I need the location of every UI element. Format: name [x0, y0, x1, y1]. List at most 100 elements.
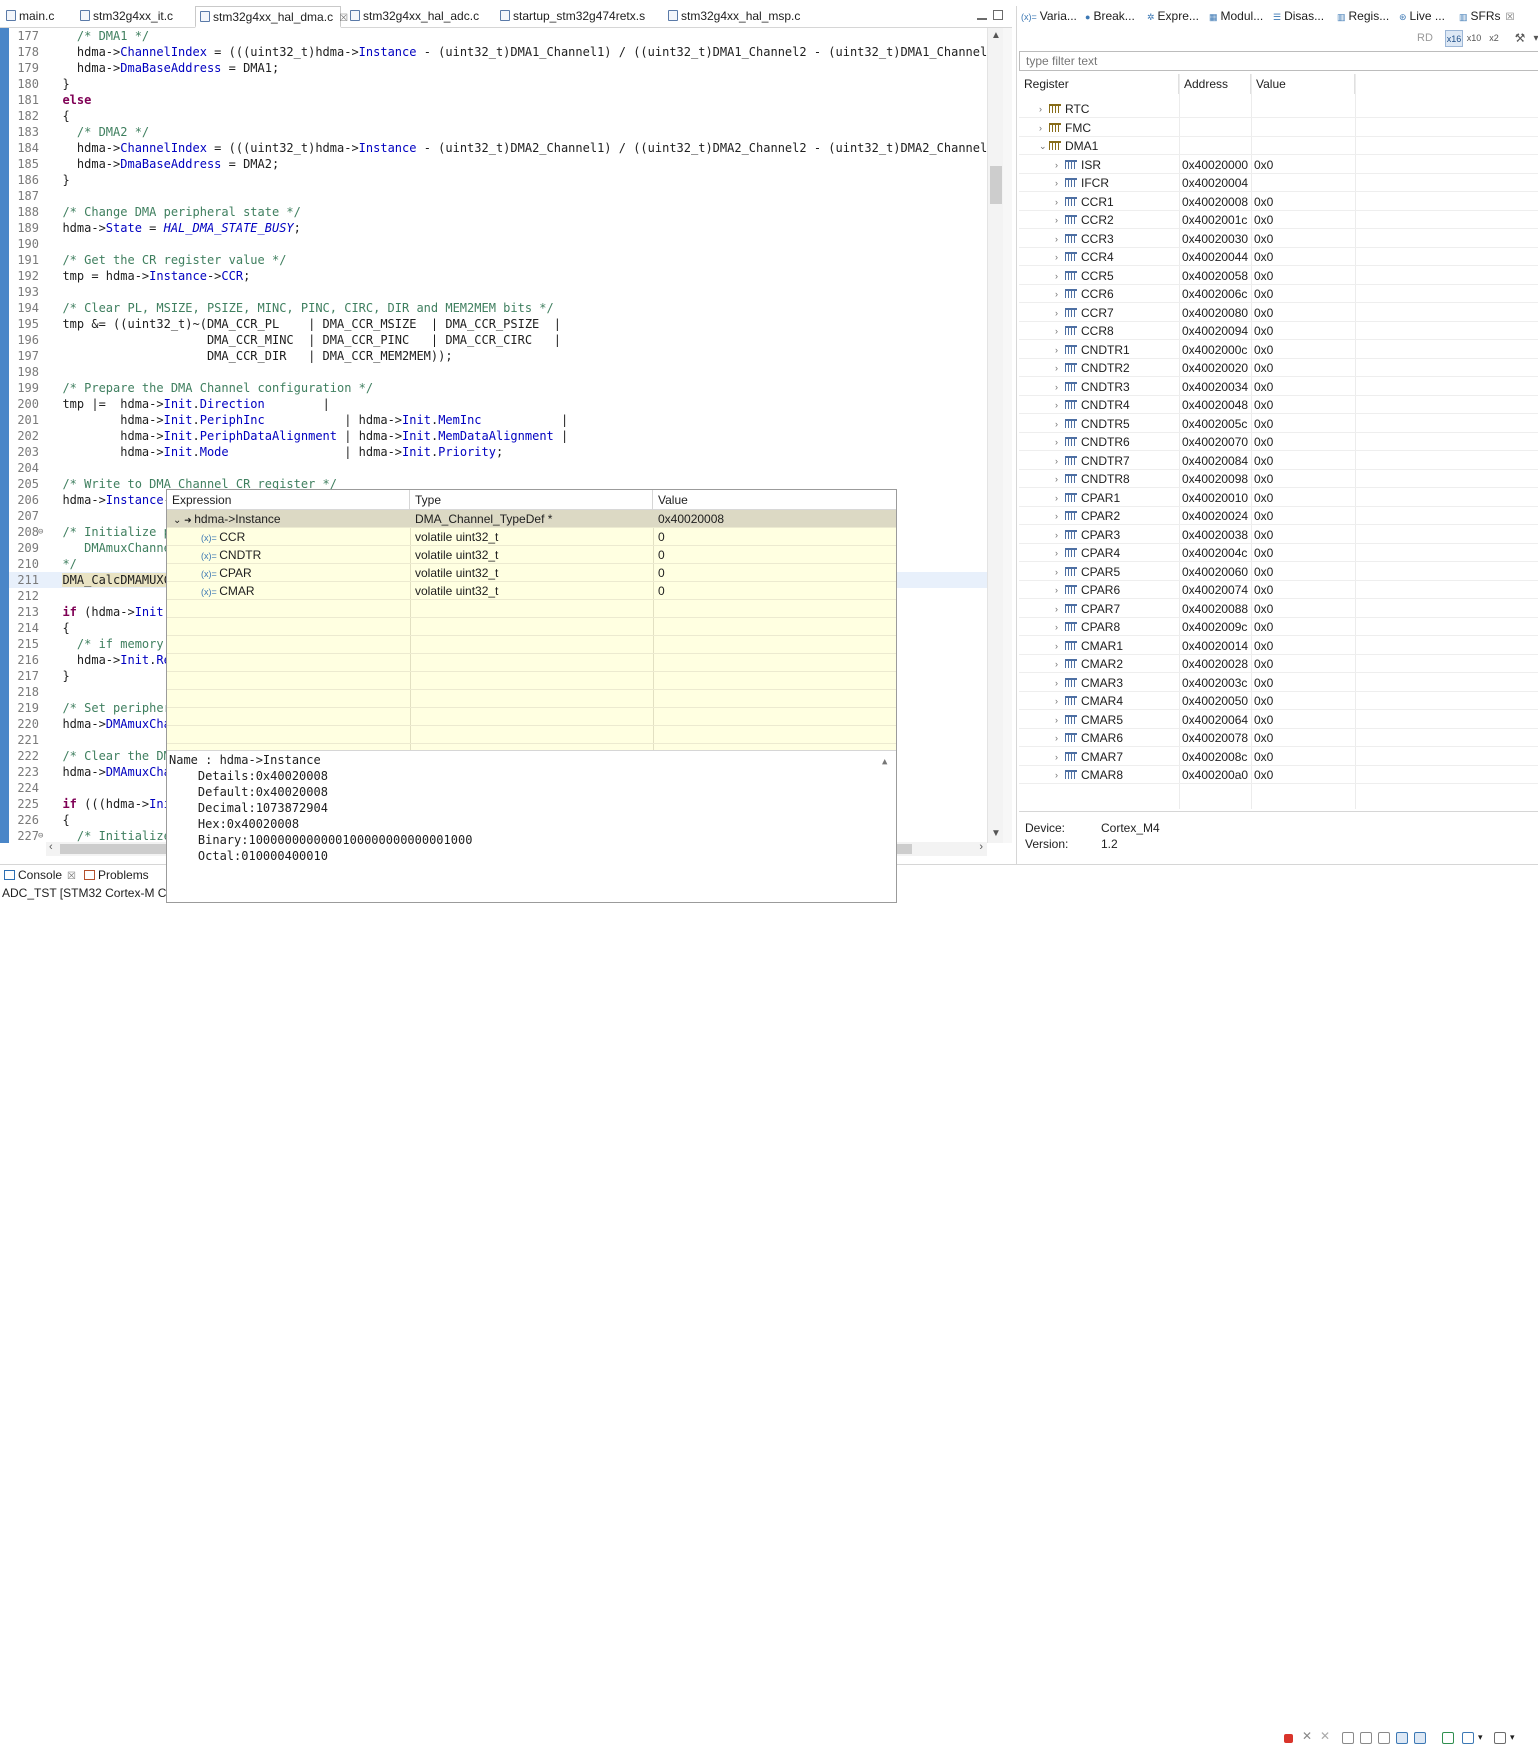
chevron-right-icon[interactable]: › — [1055, 637, 1058, 655]
chevron-down-icon[interactable]: ▾ — [1510, 1732, 1522, 1744]
hover-table-row[interactable]: (x)= CNDTR volatile uint32_t 0 — [167, 546, 896, 564]
chevron-right-icon[interactable]: › — [1055, 581, 1058, 599]
hex-format-button[interactable]: x16 — [1445, 30, 1463, 47]
register-row[interactable]: › CCR6 0x4002006c 0x0 — [1019, 285, 1538, 303]
scroll-up-icon[interactable]: ▲ — [882, 757, 887, 767]
view-tab-4[interactable]: ▦ Modul... — [1209, 9, 1263, 23]
register-row[interactable]: › FMC — [1019, 119, 1538, 137]
scroll-up-icon[interactable]: ▲ — [991, 30, 1001, 41]
register-column-header[interactable]: Register — [1019, 74, 1179, 94]
register-row[interactable]: › CNDTR4 0x40020048 0x0 — [1019, 396, 1538, 414]
chevron-right-icon[interactable]: › — [1039, 119, 1042, 137]
column-header-type[interactable]: Type — [410, 490, 653, 510]
register-row[interactable]: › CNDTR7 0x40020084 0x0 — [1019, 452, 1538, 470]
chevron-right-icon[interactable]: › — [1055, 526, 1058, 544]
editor-tab-4[interactable]: stm32g4xx_hal_adc.c — [346, 6, 490, 28]
chevron-right-icon[interactable]: › — [1055, 507, 1058, 525]
display-console-icon[interactable] — [1414, 1732, 1426, 1744]
chevron-right-icon[interactable]: › — [1055, 748, 1058, 766]
register-row[interactable]: › CPAR1 0x40020010 0x0 — [1019, 489, 1538, 507]
open-console-icon[interactable] — [1442, 1732, 1454, 1744]
register-row[interactable]: › CNDTR6 0x40020070 0x0 — [1019, 433, 1538, 451]
register-row[interactable]: › CCR4 0x40020044 0x0 — [1019, 248, 1538, 266]
chevron-down-icon[interactable]: ▾ — [1478, 1732, 1490, 1744]
close-icon[interactable]: ☒ — [1506, 12, 1515, 23]
chevron-right-icon[interactable]: › — [1055, 322, 1058, 340]
view-menu-icon[interactable] — [1494, 1732, 1506, 1744]
register-row[interactable]: › CNDTR8 0x40020098 0x0 — [1019, 470, 1538, 488]
view-tab-6[interactable]: ▥ Regis... — [1337, 9, 1389, 23]
column-header-expression[interactable]: Expression — [167, 490, 410, 510]
register-row[interactable]: › CNDTR2 0x40020020 0x0 — [1019, 359, 1538, 377]
show-on-output-icon[interactable] — [1378, 1732, 1390, 1744]
chevron-right-icon[interactable]: › — [1055, 692, 1058, 710]
scroll-right-icon[interactable]: › — [979, 841, 983, 853]
chevron-right-icon[interactable]: › — [1055, 674, 1058, 692]
chevron-right-icon[interactable]: › — [1055, 452, 1058, 470]
register-row[interactable]: › CNDTR3 0x40020034 0x0 — [1019, 378, 1538, 396]
chevron-right-icon[interactable]: › — [1055, 433, 1058, 451]
editor-vertical-scrollbar[interactable]: ▲ ▼ — [987, 28, 1003, 843]
register-row[interactable]: › CPAR6 0x40020074 0x0 — [1019, 581, 1538, 599]
register-row[interactable]: ⌄ DMA1 — [1019, 137, 1538, 155]
hover-table-row[interactable]: (x)= CMAR volatile uint32_t 0 — [167, 582, 896, 600]
scroll-thumb[interactable] — [990, 166, 1002, 204]
chevron-right-icon[interactable]: › — [1055, 600, 1058, 618]
view-tab-3[interactable]: ✲ Expre... — [1147, 9, 1199, 23]
chevron-right-icon[interactable]: › — [1055, 415, 1058, 433]
decimal-format-button[interactable]: x10 — [1465, 30, 1483, 47]
chevron-right-icon[interactable]: › — [1055, 211, 1058, 229]
editor-tab-5[interactable]: startup_stm32g474retx.s — [496, 6, 660, 28]
chevron-down-icon[interactable]: ⌄ — [173, 515, 184, 526]
chevron-right-icon[interactable]: › — [1055, 711, 1058, 729]
register-row[interactable]: › CCR3 0x40020030 0x0 — [1019, 230, 1538, 248]
register-row[interactable]: › CPAR7 0x40020088 0x0 — [1019, 600, 1538, 618]
register-row[interactable]: › IFCR 0x40020004 — [1019, 174, 1538, 192]
fold-toggle-icon[interactable]: ⊖ — [38, 828, 46, 843]
hover-table-row[interactable]: ⌄ ➜ hdma->Instance DMA_Channel_TypeDef * 0… — [167, 510, 896, 528]
chevron-right-icon[interactable]: › — [1055, 174, 1058, 192]
scroll-lock-icon[interactable] — [1342, 1732, 1354, 1744]
register-row[interactable]: › CMAR7 0x4002008c 0x0 — [1019, 748, 1538, 766]
register-row[interactable]: › CPAR5 0x40020060 0x0 — [1019, 563, 1538, 581]
close-icon[interactable]: ☒ — [67, 871, 76, 882]
binary-format-button[interactable]: x2 — [1485, 30, 1503, 47]
chevron-right-icon[interactable]: › — [1055, 489, 1058, 507]
register-row[interactable]: › CMAR5 0x40020064 0x0 — [1019, 711, 1538, 729]
chevron-right-icon[interactable]: › — [1055, 285, 1058, 303]
register-filter-input[interactable] — [1019, 51, 1538, 71]
register-row[interactable]: › CNDTR1 0x4002000c 0x0 — [1019, 341, 1538, 359]
word-wrap-icon[interactable] — [1360, 1732, 1372, 1744]
view-tab-1[interactable]: (x)= Varia... — [1021, 9, 1077, 23]
chevron-down-icon[interactable]: ⌄ — [1039, 137, 1047, 155]
chevron-right-icon[interactable]: › — [1055, 766, 1058, 784]
chevron-right-icon[interactable]: › — [1055, 359, 1058, 377]
chevron-right-icon[interactable]: › — [1055, 304, 1058, 322]
column-header-value[interactable]: Value — [653, 490, 896, 510]
register-row[interactable]: › CMAR2 0x40020028 0x0 — [1019, 655, 1538, 673]
remove-all-icon[interactable]: ✕ — [1320, 1729, 1332, 1743]
chevron-right-icon[interactable]: › — [1055, 267, 1058, 285]
register-row[interactable]: › CPAR3 0x40020038 0x0 — [1019, 526, 1538, 544]
detail-scrollbar[interactable]: ▲ — [882, 753, 894, 901]
scroll-left-icon[interactable]: ‹ — [49, 841, 53, 853]
register-row[interactable]: › CCR7 0x40020080 0x0 — [1019, 304, 1538, 322]
editor-tab-3[interactable]: stm32g4xx_hal_dma.c ☒ — [195, 6, 348, 28]
register-row[interactable]: › CMAR4 0x40020050 0x0 — [1019, 692, 1538, 710]
register-row[interactable]: › CMAR6 0x40020078 0x0 — [1019, 729, 1538, 747]
editor-tab-6[interactable]: stm32g4xx_hal_msp.c — [664, 6, 804, 28]
chevron-right-icon[interactable]: › — [1055, 193, 1058, 211]
register-row[interactable]: › CMAR8 0x400200a0 0x0 — [1019, 766, 1538, 784]
new-console-icon[interactable] — [1462, 1732, 1474, 1744]
chevron-right-icon[interactable]: › — [1055, 618, 1058, 636]
tab-console[interactable]: Console ☒ — [4, 868, 76, 882]
register-row[interactable]: › CCR1 0x40020008 0x0 — [1019, 193, 1538, 211]
hover-table-row[interactable]: (x)= CCR volatile uint32_t 0 — [167, 528, 896, 546]
fold-toggle-icon[interactable]: ⊖ — [38, 524, 46, 540]
chevron-right-icon[interactable]: › — [1055, 729, 1058, 747]
chevron-right-icon[interactable]: › — [1055, 341, 1058, 359]
register-row[interactable]: › CCR8 0x40020094 0x0 — [1019, 322, 1538, 340]
hover-table-row[interactable]: (x)= CPAR volatile uint32_t 0 — [167, 564, 896, 582]
chevron-right-icon[interactable]: › — [1055, 655, 1058, 673]
extra-column-header[interactable] — [1355, 74, 1538, 94]
